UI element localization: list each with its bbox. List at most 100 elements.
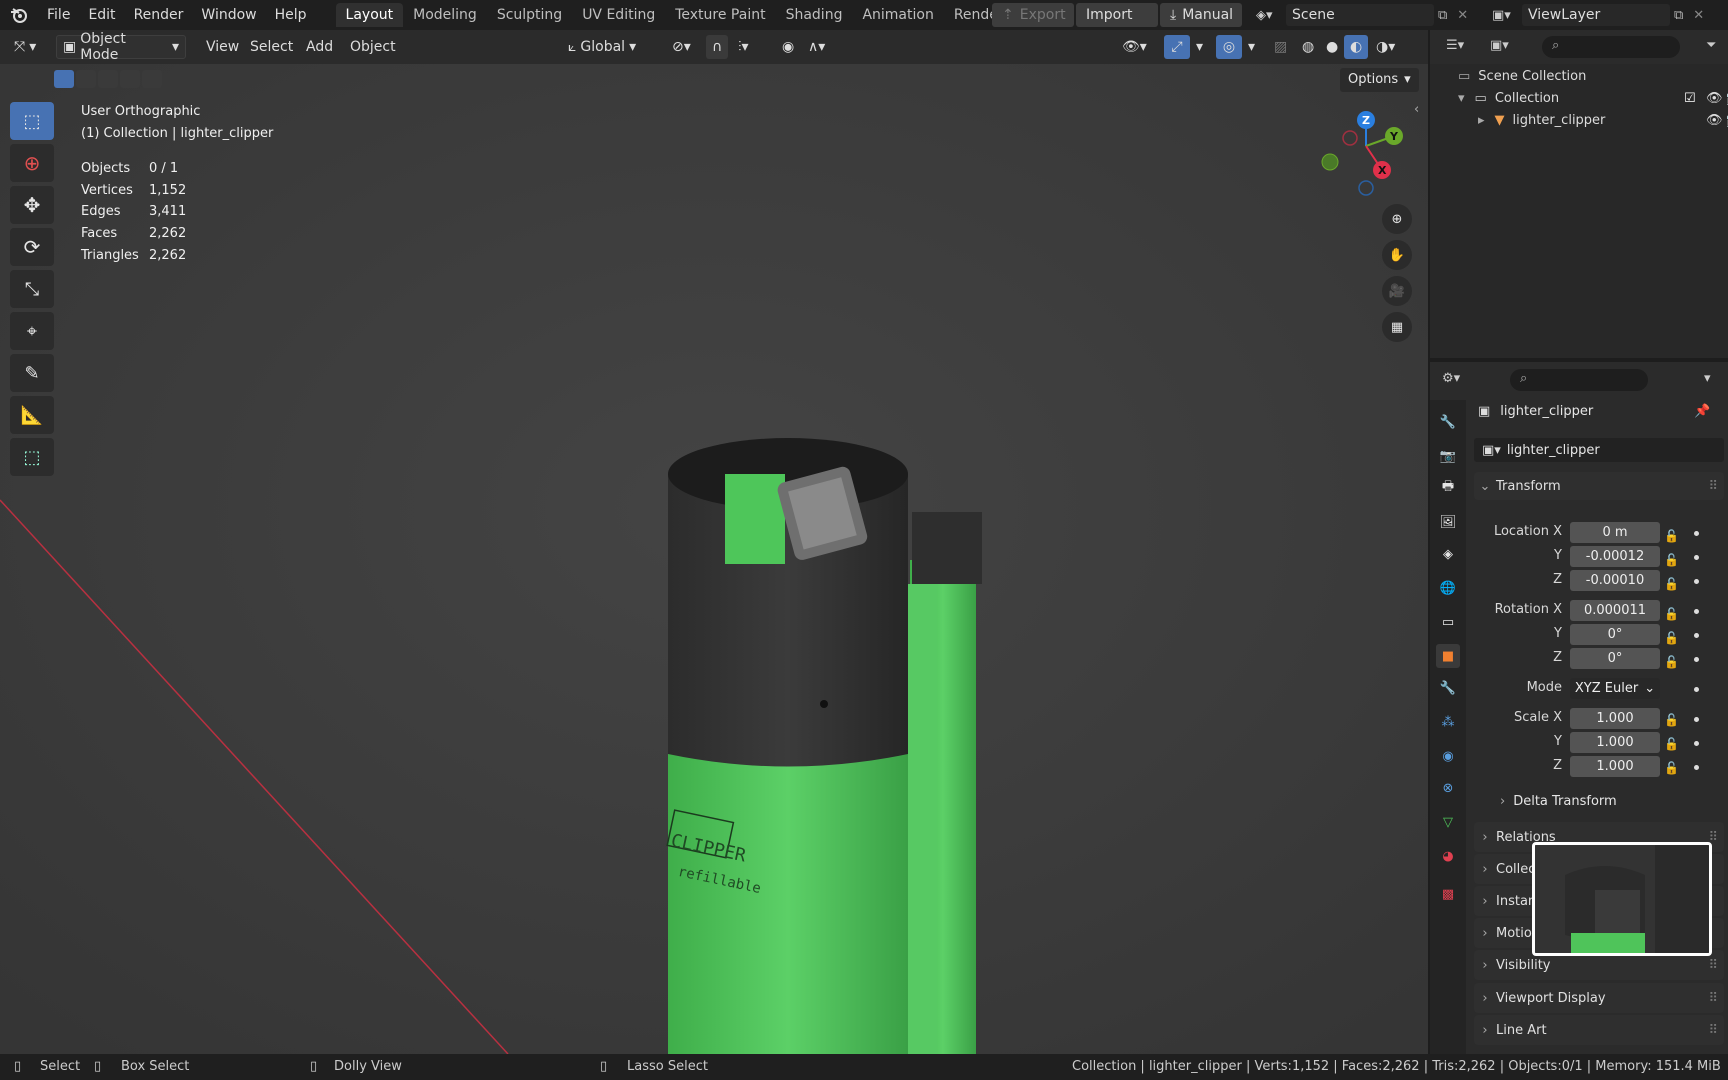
visibility-button[interactable]: 👁▾ bbox=[1116, 35, 1153, 59]
add-cube-tool[interactable]: ⬚ bbox=[10, 438, 54, 476]
copy-scene-icon[interactable]: ⧉ bbox=[1438, 8, 1447, 23]
keyframe-dot[interactable] bbox=[1694, 609, 1699, 614]
scene-icon[interactable]: ◈▾ bbox=[1256, 8, 1282, 23]
keyframe-dot[interactable] bbox=[1694, 657, 1699, 662]
menu-add[interactable]: Add bbox=[300, 35, 339, 59]
display-mode-icon[interactable]: ▣▾ bbox=[1490, 38, 1509, 53]
tab-animation[interactable]: Animation bbox=[852, 3, 943, 27]
menu-render[interactable]: Render bbox=[125, 0, 193, 30]
scale-tool[interactable]: ⤡ bbox=[10, 270, 54, 308]
select-box-tool[interactable]: ⬚ bbox=[10, 102, 54, 140]
filter-icon[interactable]: ⏷ bbox=[1706, 38, 1716, 53]
tree-object-lighter[interactable]: ▸ ▼ lighter_clipper 👁 📷 bbox=[1478, 109, 1728, 131]
lock-icon[interactable]: 🔓 bbox=[1664, 548, 1679, 572]
annotate-tool[interactable]: ✎ bbox=[10, 354, 54, 392]
editor-type-button[interactable]: ⤧ ▾ bbox=[8, 35, 42, 59]
snap-target-button[interactable]: ⫶▾ bbox=[732, 35, 755, 59]
gizmo-toggle[interactable]: ⤢ bbox=[1164, 35, 1190, 59]
properties-editor-icon[interactable]: ⚙▾ bbox=[1442, 371, 1460, 386]
scene-field[interactable]: Scene bbox=[1286, 4, 1434, 26]
object-browse-icon[interactable]: ▣▾ bbox=[1482, 443, 1501, 458]
constraints-tab-icon[interactable]: ⊗ bbox=[1436, 776, 1460, 800]
proportional-toggle[interactable]: ◉ bbox=[776, 35, 800, 59]
modifier-tab-icon[interactable]: 🔧 bbox=[1436, 676, 1460, 700]
tab-layout[interactable]: Layout bbox=[335, 3, 404, 27]
viewlayer-icon[interactable]: ▣▾ bbox=[1492, 8, 1518, 23]
select-new-icon[interactable] bbox=[54, 70, 74, 88]
3d-viewport[interactable]: CLIPPER refillable Z Y X Options ▾ ‹ Use… bbox=[0, 64, 1428, 1054]
select-difference-icon[interactable] bbox=[120, 70, 140, 88]
texture-tab-icon[interactable]: ▩ bbox=[1436, 882, 1460, 906]
falloff-button[interactable]: ∧▾ bbox=[802, 35, 831, 59]
keyframe-dot[interactable] bbox=[1694, 555, 1699, 560]
lock-icon[interactable]: 🔓 bbox=[1664, 650, 1679, 674]
lock-icon[interactable]: 🔓 bbox=[1664, 732, 1679, 756]
menu-edit[interactable]: Edit bbox=[79, 0, 124, 30]
rotation-x-field[interactable]: 0.000011 bbox=[1570, 600, 1660, 621]
camera-view-button[interactable]: 🎥 bbox=[1382, 276, 1412, 306]
scale-y-field[interactable]: 1.000 bbox=[1570, 732, 1660, 753]
expand-arrow-icon[interactable]: ▾ bbox=[1458, 91, 1465, 106]
location-z-field[interactable]: -0.00010 bbox=[1570, 570, 1660, 591]
drag-handle-icon[interactable]: ⠿ bbox=[1708, 958, 1718, 973]
keyframe-dot[interactable] bbox=[1694, 579, 1699, 584]
transform-tool[interactable]: ⌖ bbox=[10, 312, 54, 350]
drag-handle-icon[interactable]: ⠿ bbox=[1708, 1023, 1718, 1038]
gizmo-neg-y-handle[interactable] bbox=[1321, 153, 1339, 171]
cursor-tool[interactable]: ⊕ bbox=[10, 144, 54, 182]
menu-help[interactable]: Help bbox=[266, 0, 316, 30]
keyframe-dot[interactable] bbox=[1694, 765, 1699, 770]
checkbox-icon[interactable]: ☑ bbox=[1684, 91, 1696, 106]
viewlayer-field[interactable]: ViewLayer bbox=[1522, 4, 1670, 26]
tree-scene-collection[interactable]: ▭ Scene Collection bbox=[1458, 65, 1586, 87]
shading-rendered[interactable]: ◑▾ bbox=[1370, 35, 1401, 59]
location-y-field[interactable]: -0.00012 bbox=[1570, 546, 1660, 567]
render-tab-icon[interactable]: 📷 bbox=[1436, 444, 1460, 468]
menu-file[interactable]: File bbox=[38, 0, 79, 30]
shading-wireframe[interactable]: ◍ bbox=[1296, 35, 1320, 59]
select-subtract-icon[interactable] bbox=[98, 70, 118, 88]
menu-view[interactable]: View bbox=[200, 35, 245, 59]
lock-icon[interactable]: 🔓 bbox=[1664, 756, 1679, 780]
menu-select[interactable]: Select bbox=[244, 35, 299, 59]
scale-x-field[interactable]: 1.000 bbox=[1570, 708, 1660, 729]
tab-modeling[interactable]: Modeling bbox=[403, 3, 487, 27]
xray-toggle[interactable]: ▨ bbox=[1268, 35, 1293, 59]
data-tab-icon[interactable]: ▽ bbox=[1436, 810, 1460, 834]
drag-handle-icon[interactable]: ⠿ bbox=[1708, 479, 1718, 494]
keyframe-dot[interactable] bbox=[1694, 741, 1699, 746]
import-button[interactable]: Import bbox=[1076, 3, 1158, 27]
select-intersect-icon[interactable] bbox=[142, 70, 162, 88]
screenshot-thumbnail[interactable] bbox=[1532, 842, 1712, 956]
gizmo-dropdown[interactable]: ▾ bbox=[1190, 35, 1209, 59]
tab-uv-editing[interactable]: UV Editing bbox=[572, 3, 665, 27]
close-scene-icon[interactable]: ✕ bbox=[1457, 8, 1468, 23]
pivot-button[interactable]: ⊘▾ bbox=[666, 35, 697, 59]
outliner-editor-icon[interactable]: ☰▾ bbox=[1446, 38, 1464, 53]
properties-search-input[interactable]: ⌕ bbox=[1510, 369, 1648, 391]
keyframe-dot[interactable] bbox=[1694, 531, 1699, 536]
tab-shading[interactable]: Shading bbox=[776, 3, 853, 27]
copy-viewlayer-icon[interactable]: ⧉ bbox=[1674, 8, 1683, 23]
blender-logo-icon[interactable] bbox=[8, 4, 30, 26]
menu-object[interactable]: Object bbox=[344, 35, 402, 59]
shading-solid[interactable]: ● bbox=[1320, 35, 1344, 59]
rotation-y-field[interactable]: 0° bbox=[1570, 624, 1660, 645]
panel-viewport-display[interactable]: › Viewport Display ⠿ bbox=[1474, 983, 1724, 1013]
export-button[interactable]: ⇡ Export bbox=[992, 3, 1074, 27]
close-viewlayer-icon[interactable]: ✕ bbox=[1693, 8, 1704, 23]
particles-tab-icon[interactable]: ⁂ bbox=[1436, 710, 1460, 734]
chevron-down-icon[interactable]: ▾ bbox=[1704, 371, 1711, 386]
zoom-button[interactable]: ⊕ bbox=[1382, 204, 1412, 234]
delta-transform-subpanel[interactable]: › Delta Transform bbox=[1500, 794, 1617, 809]
keyframe-dot[interactable] bbox=[1694, 687, 1699, 692]
lock-icon[interactable]: 🔓 bbox=[1664, 524, 1679, 548]
rotate-tool[interactable]: ⟳ bbox=[10, 228, 54, 266]
world-tab-icon[interactable]: 🌐 bbox=[1436, 576, 1460, 600]
lock-icon[interactable]: 🔓 bbox=[1664, 572, 1679, 596]
tree-collection[interactable]: ▾ ▭ Collection ☑ 👁 📷 bbox=[1458, 87, 1728, 109]
overlays-toggle[interactable]: ◎ bbox=[1216, 35, 1242, 59]
scale-z-field[interactable]: 1.000 bbox=[1570, 756, 1660, 777]
drag-handle-icon[interactable]: ⠿ bbox=[1708, 991, 1718, 1006]
orientation-dropdown[interactable]: ⟀ Global ▾ bbox=[562, 35, 656, 59]
